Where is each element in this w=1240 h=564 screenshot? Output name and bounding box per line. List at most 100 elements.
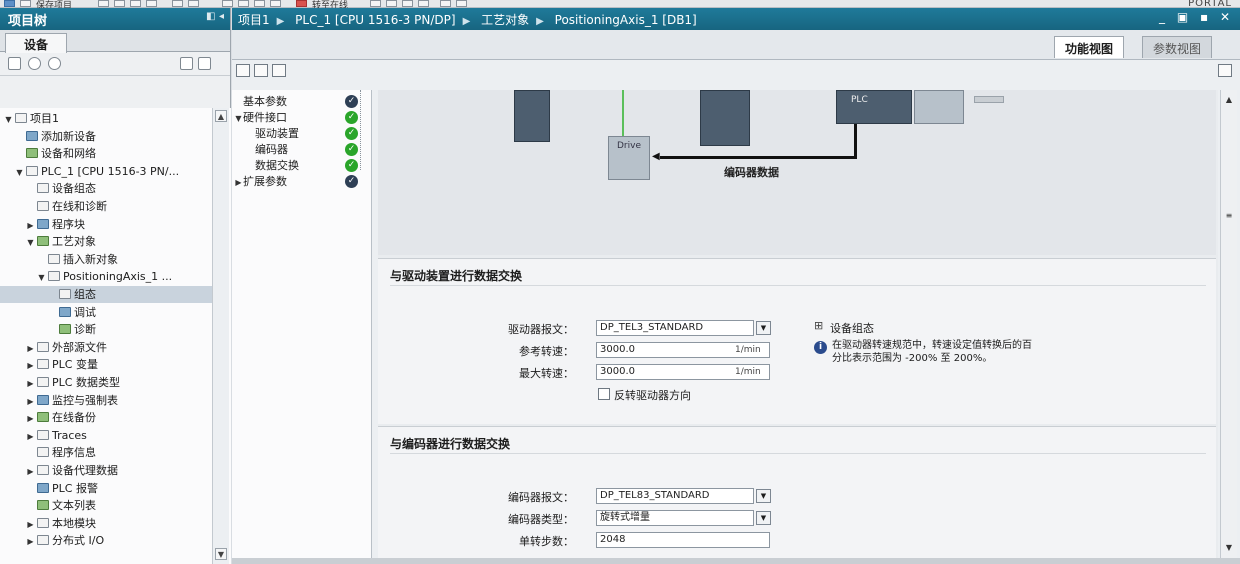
split-view-icon[interactable] <box>1218 64 1232 77</box>
go-online-icon[interactable] <box>296 0 307 7</box>
collapsed-icon[interactable]: ▶ <box>26 393 35 410</box>
collapsed-icon[interactable]: ▶ <box>26 375 35 392</box>
scroll-up-icon[interactable]: ▲ <box>215 110 227 122</box>
collapsed-icon[interactable]: ▶ <box>26 428 35 445</box>
tree-item[interactable]: 添加新设备 <box>0 128 212 145</box>
breadcrumb-project[interactable]: 项目1 <box>238 13 270 27</box>
simulation-icon[interactable] <box>270 0 281 7</box>
tree-item[interactable]: 插入新对象 <box>0 251 212 268</box>
encoder-type-select[interactable]: 旋转式增量 <box>596 510 754 526</box>
tree-item[interactable]: ▶ 本地模块 <box>0 515 212 532</box>
tree-item[interactable]: ▶ 在线备份 <box>0 409 212 426</box>
tree-item[interactable]: ▶ Traces <box>0 427 212 444</box>
tree-item[interactable]: 程序信息 <box>0 444 212 461</box>
tree-item[interactable]: 设备和网络 <box>0 145 212 162</box>
cut-icon[interactable] <box>98 0 109 7</box>
tree-item[interactable]: ▼ PLC_1 [CPU 1516-3 PN/... <box>0 163 212 180</box>
compile-icon[interactable] <box>222 0 233 7</box>
tab-devices[interactable]: 设备 <box>5 33 67 53</box>
expanded-icon[interactable]: ▼ <box>4 111 13 128</box>
back-icon[interactable] <box>28 57 41 70</box>
window-controls[interactable]: _ ▣ ▪ ✕ <box>1159 10 1234 24</box>
tree-item[interactable]: ▶ 程序块 <box>0 216 212 233</box>
tree-item[interactable]: 设备组态 <box>0 180 212 197</box>
tree-item[interactable]: ▼ PositioningAxis_1 ... <box>0 268 212 285</box>
new-folder-icon[interactable] <box>8 57 21 70</box>
collapsed-icon[interactable]: ▶ <box>26 516 35 533</box>
collapsed-icon[interactable]: ▶ <box>26 533 35 550</box>
tree-item[interactable]: ▶ PLC 变量 <box>0 356 212 373</box>
stop-cpu-icon[interactable] <box>418 0 429 7</box>
tree-item[interactable]: 组态 <box>0 286 212 303</box>
expanded-icon[interactable]: ▼ <box>234 111 243 127</box>
nav-item[interactable]: 基本参数 ✓ <box>234 94 370 110</box>
paste-icon[interactable] <box>130 0 141 7</box>
forward-icon[interactable] <box>48 57 61 70</box>
nav-item[interactable]: ▶扩展参数 ✓ <box>234 174 370 190</box>
device-config-link[interactable]: 设备组态 <box>830 320 874 336</box>
collapse-panel-icon[interactable]: ◧ ◂ <box>206 11 224 22</box>
tree-item[interactable]: ▶ PLC 数据类型 <box>0 374 212 391</box>
encoder-type-dropdown-icon[interactable]: ▼ <box>756 511 771 525</box>
reverse-drive-checkbox[interactable] <box>598 388 610 400</box>
nav-item[interactable]: ▼硬件接口 ✓ <box>234 110 370 126</box>
expand-all-icon[interactable] <box>254 64 268 77</box>
tree-item[interactable]: ▶ 分布式 I/O <box>0 532 212 549</box>
redo-icon[interactable] <box>188 0 199 7</box>
tree-item[interactable]: ▼ 项目1 <box>0 110 212 127</box>
encoder-telegram-select[interactable]: DP_TEL83_STANDARD <box>596 488 754 504</box>
link-editor-icon[interactable] <box>198 57 211 70</box>
breadcrumb-axis[interactable]: PositioningAxis_1 [DB1] <box>555 13 697 27</box>
max-speed-input[interactable]: 3000.0 1/min <box>596 364 770 380</box>
download-icon[interactable] <box>238 0 249 7</box>
encoder-telegram-dropdown-icon[interactable]: ▼ <box>756 489 771 503</box>
tree-item[interactable]: PLC 报警 <box>0 480 212 497</box>
tree-item[interactable]: ▶ 外部源文件 <box>0 339 212 356</box>
collapsed-icon[interactable]: ▶ <box>26 410 35 427</box>
copy-icon[interactable] <box>114 0 125 7</box>
overview-icon[interactable] <box>180 57 193 70</box>
content-scrollbar[interactable]: ▲ ≡ ▼ <box>1220 90 1237 558</box>
tree-item[interactable]: 文本列表 <box>0 497 212 514</box>
nav-item[interactable]: 驱动装置 ✓ <box>234 126 370 142</box>
expanded-icon[interactable]: ▼ <box>37 269 46 286</box>
tree-item[interactable]: ▶ 监控与强制表 <box>0 392 212 409</box>
scroll-thumb-icon[interactable]: ≡ <box>1223 210 1235 222</box>
steps-per-rev-input[interactable]: 2048 <box>596 532 770 548</box>
tree-item[interactable]: ▶ 设备代理数据 <box>0 462 212 479</box>
open-project-icon[interactable] <box>20 0 31 7</box>
collapse-all-icon[interactable] <box>272 64 286 77</box>
collapsed-icon[interactable]: ▶ <box>26 340 35 357</box>
collapsed-icon[interactable]: ▶ <box>26 217 35 234</box>
breadcrumb-plc[interactable]: PLC_1 [CPU 1516-3 PN/DP] <box>295 13 455 27</box>
go-offline-icon[interactable] <box>370 0 381 7</box>
nav-item[interactable]: 数据交换 ✓ <box>234 158 370 174</box>
tree-scrollbar[interactable]: ▲ ▼ <box>212 108 229 564</box>
collapsed-icon[interactable]: ▶ <box>234 175 243 191</box>
tab-parameter-view[interactable]: 参数视图 <box>1142 36 1213 58</box>
tree-item[interactable]: 调试 <box>0 304 212 321</box>
undo-icon[interactable] <box>172 0 183 7</box>
accessible-devices-icon[interactable] <box>386 0 397 7</box>
tree-item[interactable]: ▼ 工艺对象 <box>0 233 212 250</box>
scroll-up-icon[interactable]: ▲ <box>1223 94 1235 106</box>
cross-reference-icon[interactable] <box>440 0 451 7</box>
collapsed-icon[interactable]: ▶ <box>26 463 35 480</box>
nav-item[interactable]: 编码器 ✓ <box>234 142 370 158</box>
breadcrumb-technology-objects[interactable]: 工艺对象 <box>481 13 529 27</box>
device-config-icon[interactable]: ⊞ <box>814 319 823 332</box>
scroll-down-icon[interactable]: ▼ <box>215 548 227 560</box>
drive-telegram-select[interactable]: DP_TEL3_STANDARD <box>596 320 754 336</box>
ref-speed-input[interactable]: 3000.0 1/min <box>596 342 770 358</box>
new-project-icon[interactable] <box>4 0 15 7</box>
reverse-drive-label[interactable]: 反转驱动器方向 <box>614 387 691 403</box>
upload-icon[interactable] <box>254 0 265 7</box>
drive-telegram-dropdown-icon[interactable]: ▼ <box>756 321 771 335</box>
collapsed-icon[interactable]: ▶ <box>26 357 35 374</box>
tree-item[interactable]: 在线和诊断 <box>0 198 212 215</box>
save-view-icon[interactable] <box>236 64 250 77</box>
tab-function-view[interactable]: 功能视图 <box>1054 36 1125 58</box>
expanded-icon[interactable]: ▼ <box>26 234 35 251</box>
expanded-icon[interactable]: ▼ <box>15 164 24 181</box>
split-editor-icon[interactable] <box>456 0 467 7</box>
